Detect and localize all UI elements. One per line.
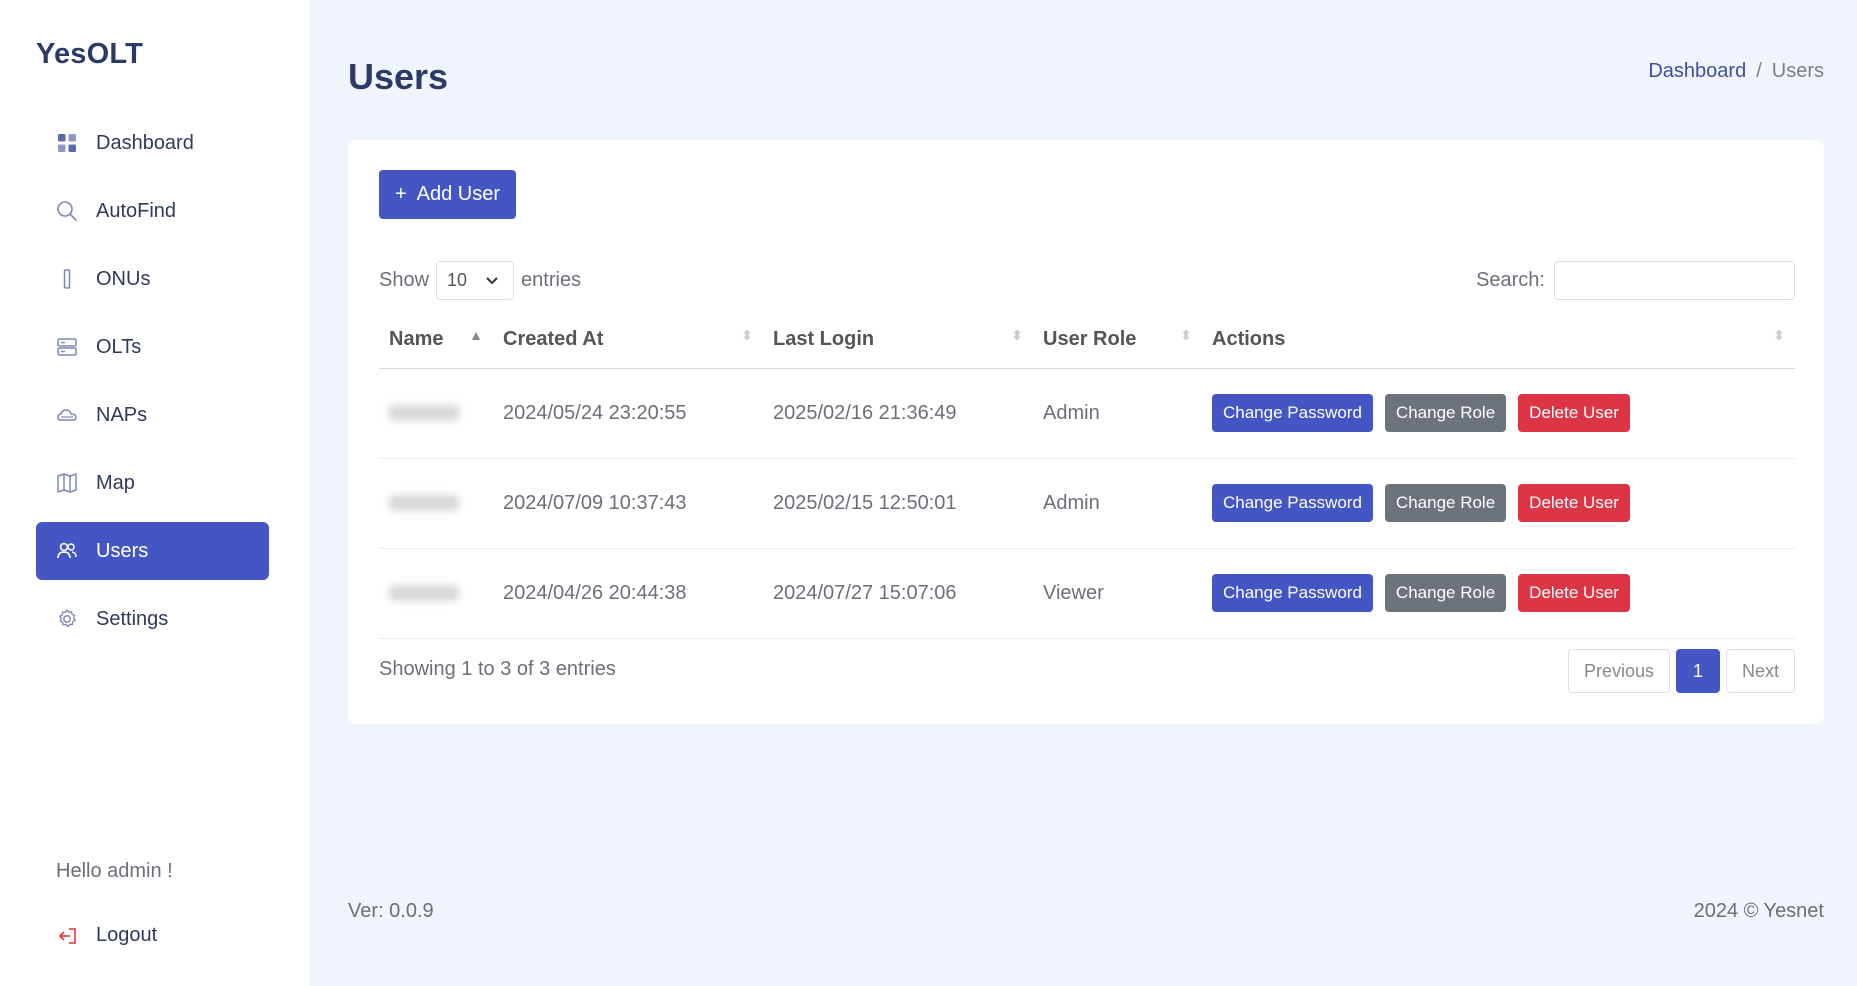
sidebar-item-autofind[interactable]: AutoFind	[36, 182, 269, 240]
sidebar-item-label: Map	[96, 471, 135, 494]
table-info: Showing 1 to 3 of 3 entries	[379, 658, 616, 680]
brand-logo[interactable]: YesOLT	[36, 38, 143, 71]
next-page-button[interactable]: Next	[1725, 649, 1795, 693]
sort-asc-icon: ▲	[469, 327, 483, 343]
change-role-button[interactable]: Change Role	[1384, 484, 1507, 522]
greeting-text: Hello admin !	[56, 860, 173, 882]
breadcrumb-separator: /	[1756, 60, 1762, 82]
breadcrumb-current: Users	[1771, 60, 1824, 82]
previous-page-button[interactable]: Previous	[1567, 649, 1670, 693]
table-row: 2024/04/26 20:44:38 2024/07/27 15:07:06 …	[379, 548, 1795, 639]
cell-user-role: Admin	[1033, 368, 1202, 459]
cell-user-role: Viewer	[1033, 548, 1202, 639]
logout-button[interactable]: Logout	[56, 924, 157, 947]
breadcrumb-home-link[interactable]: Dashboard	[1648, 60, 1746, 83]
grid-icon	[56, 132, 78, 154]
plus-icon: +	[394, 183, 407, 205]
delete-user-button[interactable]: Delete User	[1518, 394, 1630, 432]
column-header-name[interactable]: Name ▲	[379, 312, 493, 369]
sidebar-item-onus[interactable]: ONUs	[36, 250, 269, 308]
blurred-username	[389, 405, 459, 421]
delete-user-button[interactable]: Delete User	[1518, 484, 1630, 522]
change-role-button[interactable]: Change Role	[1384, 574, 1507, 612]
cell-created-at: 2024/07/09 10:37:43	[493, 458, 763, 549]
cell-actions: Change Password Change Role Delete User	[1202, 368, 1795, 459]
pagination: Previous 1 Next	[1567, 649, 1795, 693]
sort-icon: ⬍	[1773, 327, 1785, 343]
column-header-created-at[interactable]: Created At ⬍	[493, 312, 763, 369]
entries-value: 10	[447, 270, 468, 290]
map-icon	[56, 472, 78, 494]
sidebar-nav: Dashboard AutoFind ONUs OLTs NAPs Map Us…	[36, 114, 269, 658]
change-password-button[interactable]: Change Password	[1212, 394, 1373, 432]
cell-last-login: 2024/07/27 15:07:06	[763, 548, 1033, 639]
sidebar-item-label: Users	[96, 539, 149, 562]
cell-last-login: 2025/02/15 12:50:01	[763, 458, 1033, 549]
search-label: Search:	[1476, 269, 1545, 291]
sidebar-item-dashboard[interactable]: Dashboard	[36, 114, 269, 172]
blurred-username	[389, 585, 459, 601]
sidebar-item-users[interactable]: Users	[36, 522, 269, 580]
sidebar-item-naps[interactable]: NAPs	[36, 386, 269, 444]
logout-icon	[56, 925, 78, 947]
sidebar-item-map[interactable]: Map	[36, 454, 269, 512]
change-password-button[interactable]: Change Password	[1212, 574, 1373, 612]
page-title: Users	[348, 56, 449, 97]
cell-last-login: 2025/02/16 21:36:49	[763, 368, 1033, 459]
cell-created-at: 2024/05/24 23:20:55	[493, 368, 763, 459]
chevron-down-icon	[485, 270, 499, 291]
sort-icon: ⬍	[741, 327, 753, 343]
change-password-button[interactable]: Change Password	[1212, 484, 1373, 522]
cell-user-role: Admin	[1033, 458, 1202, 549]
add-user-label: Add User	[416, 183, 501, 205]
cell-name	[379, 458, 493, 549]
table-row: 2024/07/09 10:37:43 2025/02/15 12:50:01 …	[379, 458, 1795, 549]
cell-actions: Change Password Change Role Delete User	[1202, 548, 1795, 639]
sidebar-item-label: Settings	[96, 607, 169, 630]
copyright-text: 2024 © Yesnet	[1693, 900, 1824, 922]
cloud-icon	[56, 404, 78, 426]
blurred-username	[389, 495, 459, 511]
users-card: + Add User Show 10 entries Search: Name ▲…	[348, 140, 1824, 724]
sidebar-item-label: NAPs	[96, 403, 148, 426]
search-input[interactable]	[1554, 261, 1795, 300]
sort-icon: ⬍	[1180, 327, 1192, 343]
column-header-user-role[interactable]: User Role ⬍	[1033, 312, 1202, 369]
users-icon	[56, 540, 78, 562]
delete-user-button[interactable]: Delete User	[1518, 574, 1630, 612]
search-icon	[56, 200, 78, 222]
table-row: 2024/05/24 23:20:55 2025/02/16 21:36:49 …	[379, 368, 1795, 459]
sidebar-item-settings[interactable]: Settings	[36, 590, 269, 648]
table-header-row: Name ▲ Created At ⬍ Last Login ⬍ User Role ⬍…	[379, 312, 1795, 369]
entries-label: entries	[521, 269, 582, 291]
sidebar-item-label: ONUs	[96, 267, 151, 290]
version-text: Ver: 0.0.9	[348, 900, 434, 922]
show-label: Show	[379, 269, 430, 291]
cell-actions: Change Password Change Role Delete User	[1202, 458, 1795, 549]
entries-control: Show 10 entries	[379, 261, 581, 300]
breadcrumb: Dashboard / Users	[1648, 60, 1824, 83]
logout-label: Logout	[96, 924, 158, 946]
change-role-button[interactable]: Change Role	[1384, 394, 1507, 432]
search-control: Search:	[1476, 261, 1795, 300]
add-user-button[interactable]: + Add User	[379, 170, 516, 219]
sidebar-item-label: Dashboard	[96, 131, 194, 154]
gear-icon	[56, 608, 78, 630]
cell-name	[379, 548, 493, 639]
column-header-last-login[interactable]: Last Login ⬍	[763, 312, 1033, 369]
column-header-actions[interactable]: Actions ⬍	[1202, 312, 1795, 369]
sidebar-item-olts[interactable]: OLTs	[36, 318, 269, 376]
cell-name	[379, 368, 493, 459]
users-table: Name ▲ Created At ⬍ Last Login ⬍ User Role ⬍…	[379, 312, 1795, 639]
cell-created-at: 2024/04/26 20:44:38	[493, 548, 763, 639]
page-1-button[interactable]: 1	[1675, 649, 1720, 693]
sidebar-item-label: AutoFind	[96, 199, 177, 222]
sort-icon: ⬍	[1011, 327, 1023, 343]
sidebar: YesOLT Dashboard AutoFind ONUs OLTs NAPs…	[0, 0, 309, 986]
sidebar-item-label: OLTs	[96, 335, 142, 358]
server-icon	[56, 336, 78, 358]
device-icon	[56, 268, 78, 290]
entries-select[interactable]: 10	[436, 261, 515, 300]
